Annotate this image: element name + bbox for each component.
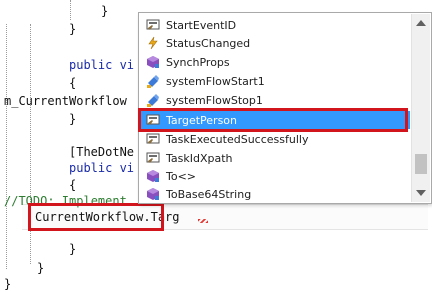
intellisense-item-label: To<> [166,169,197,183]
intellisense-item[interactable]: StartEventID [140,16,410,34]
method-icon [146,169,160,183]
property-icon [146,132,160,146]
code-line: } [69,242,77,256]
field-icon [146,74,160,88]
indent-guide [70,0,71,20]
code-line: } [4,277,12,291]
intellisense-item[interactable]: SynchProps [140,53,410,71]
code-line: public vi [69,58,135,72]
code-line: } [69,112,77,126]
selected-item-highlight-box [138,108,408,132]
code-line: } [37,261,45,275]
intellisense-item-label: StatusChanged [166,36,251,50]
field-icon [146,93,160,107]
event-icon [146,36,160,50]
intellisense-item[interactable]: systemFlowStart1 [140,72,410,90]
intellisense-item-label: TaskExecutedSuccessfully [166,132,309,146]
popup-scrollbar[interactable] [411,14,430,202]
typed-code-highlight-box [28,203,164,231]
intellisense-item-label: SynchProps [166,55,230,69]
error-squiggle [198,219,208,223]
indent-guide [6,24,7,269]
intellisense-item[interactable]: ToBase64String [140,185,410,203]
property-icon [146,18,160,32]
scroll-up-icon[interactable] [416,20,426,26]
scrollbar-thumb[interactable] [415,154,427,174]
intellisense-item[interactable]: TaskExecutedSuccessfully [140,130,410,148]
intellisense-item-label: StartEventID [166,18,237,32]
code-line: m_CurrentWorkflow [4,94,127,108]
method-icon [146,187,160,201]
code-line: } [101,4,109,18]
method-icon [146,55,160,69]
intellisense-item-label: TaskIdXpath [166,151,233,165]
code-line: public vi [69,161,135,175]
intellisense-item[interactable]: To<> [140,167,410,185]
intellisense-item-label: ToBase64String [166,187,252,201]
code-line: { [69,178,77,192]
code-line: } [69,22,77,36]
intellisense-item[interactable]: TaskIdXpath [140,149,410,167]
property-icon [146,151,160,165]
intellisense-item[interactable]: systemFlowStop1 [140,91,410,109]
intellisense-item-label: systemFlowStart1 [166,74,265,88]
code-line: [TheDotNe [69,145,135,159]
intellisense-item[interactable]: StatusChanged [140,34,410,52]
scroll-down-icon[interactable] [416,190,426,196]
intellisense-item-label: systemFlowStop1 [166,93,263,107]
code-line: { [69,76,77,90]
